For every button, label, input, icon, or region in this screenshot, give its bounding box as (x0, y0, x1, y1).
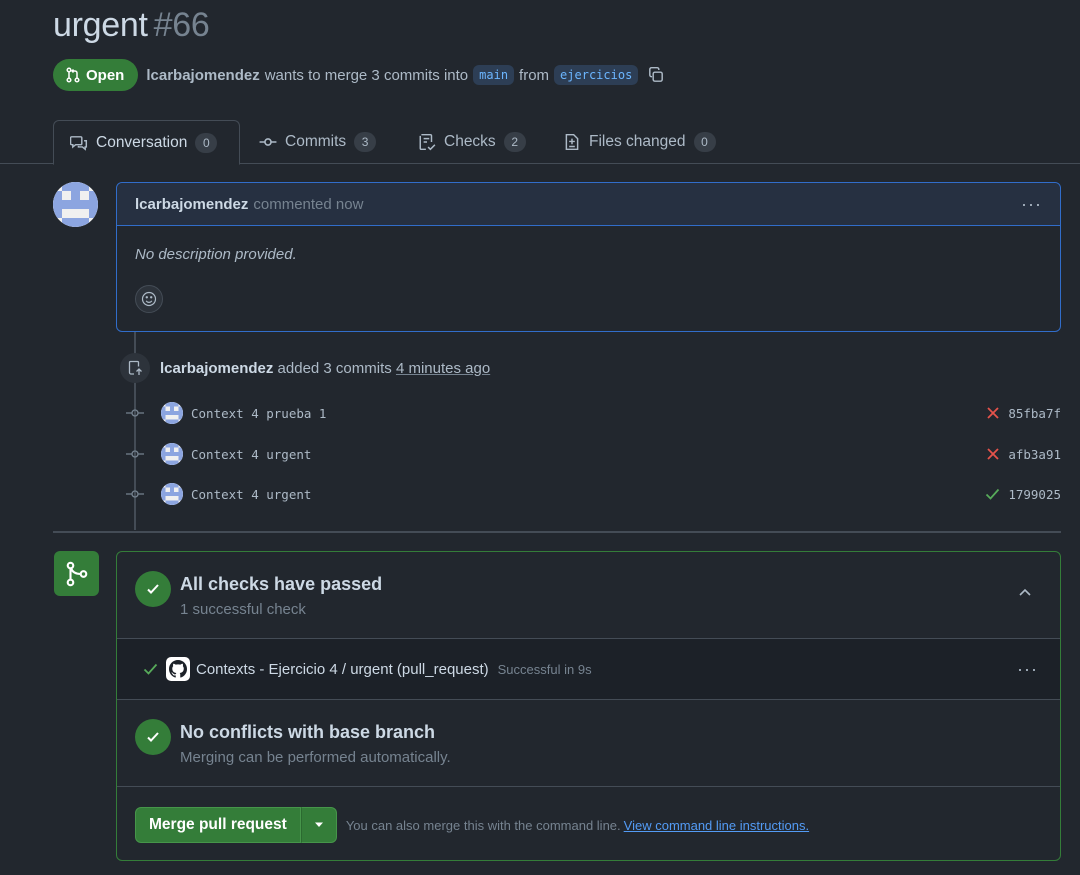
tab-checks[interactable]: Checks 2 (402, 120, 542, 164)
check-icon[interactable] (985, 487, 1000, 501)
check-run-status: Successful in 9s (497, 661, 592, 677)
check-run-item: Contexts - Ejercicio 4 / urgent (pull_re… (117, 639, 1060, 700)
comment-header: lcarbajomendez commented now ··· (117, 183, 1060, 226)
x-icon[interactable] (986, 406, 1000, 420)
command-line-hint: You can also merge this with the command… (346, 818, 809, 833)
commit-message[interactable]: Context 4 prueba 1 (191, 406, 326, 421)
checks-title: All checks have passed (180, 574, 383, 594)
triangle-down-icon (314, 822, 323, 827)
tab-conversation[interactable]: Conversation 0 (53, 120, 240, 165)
checks-summary-section: All checks have passed 1 successful chec… (117, 552, 1060, 639)
conflicts-section: No conflicts with base branch Merging ca… (117, 700, 1060, 787)
merge-text: wants to merge 3 commits into (264, 66, 469, 84)
pr-title: urgent #66 (53, 6, 210, 45)
pr-author-link[interactable]: lcarbajomendez (146, 67, 259, 84)
tab-counter: 0 (195, 132, 218, 153)
tab-label: Conversation (96, 133, 188, 151)
merge-actions: Merge pull request You can also merge th… (135, 807, 809, 843)
commit-row: Context 4 prueba 1 85fba7f (124, 401, 1061, 425)
push-event: lcarbajomendez added 3 commits 4 minutes… (120, 353, 490, 383)
check-run-name[interactable]: Contexts - Ejercicio 4 / urgent (pull_re… (196, 661, 489, 678)
from-text: from (519, 66, 550, 84)
state-badge: Open (53, 59, 139, 91)
tab-counter: 0 (693, 132, 716, 152)
git-commit-icon (124, 407, 146, 419)
merge-pull-request-button[interactable]: Merge pull request (135, 807, 301, 843)
comment-body: No description provided. (135, 246, 297, 263)
push-text: added 3 commits (277, 359, 392, 377)
commit-sha[interactable]: afb3a91 (1008, 447, 1061, 462)
tab-label: Files changed (589, 133, 686, 150)
commit-sha[interactable]: 85fba7f (1008, 406, 1061, 421)
push-author[interactable]: lcarbajomendez (160, 360, 273, 377)
commit-avatar[interactable] (161, 483, 183, 505)
comment-author[interactable]: lcarbajomendez (135, 196, 248, 213)
pr-title-text: urgent (53, 6, 148, 44)
comment-discussion-icon (70, 135, 88, 151)
checklist-icon (419, 133, 436, 151)
pr-number: #66 (153, 6, 210, 44)
check-circle-icon (135, 719, 171, 755)
check-circle-icon (135, 571, 171, 607)
git-merge-icon (54, 551, 99, 596)
conflicts-title: No conflicts with base branch (180, 722, 436, 742)
chevron-up-icon[interactable] (1018, 584, 1032, 600)
repo-push-icon (120, 353, 150, 383)
tab-label: Checks (444, 133, 496, 150)
tab-files-changed[interactable]: Files changed 0 (547, 120, 732, 164)
command-line-instructions-link[interactable]: View command line instructions. (624, 818, 809, 833)
kebab-menu-icon[interactable]: ··· (1017, 659, 1038, 680)
kebab-menu-icon[interactable]: ··· (1021, 194, 1042, 215)
commit-row: Context 4 urgent 1799025 (124, 482, 1061, 506)
tab-commits[interactable]: Commits 3 (243, 120, 392, 164)
state-label: Open (86, 66, 125, 84)
git-pull-request-icon (66, 67, 80, 83)
head-branch[interactable]: ejercicios (554, 65, 639, 85)
tab-counter: 2 (503, 132, 526, 152)
merge-box: All checks have passed 1 successful chec… (116, 551, 1061, 861)
git-commit-icon (124, 448, 146, 460)
commit-avatar[interactable] (161, 402, 183, 424)
commit-message[interactable]: Context 4 urgent (191, 447, 311, 462)
hint-text: You can also merge this with the command… (345, 817, 621, 833)
merge-method-dropdown[interactable] (300, 807, 337, 843)
git-commit-icon (124, 488, 146, 500)
github-logo-icon (166, 657, 190, 681)
tab-label: Commits (285, 133, 347, 150)
avatar[interactable] (53, 182, 98, 227)
pr-meta: lcarbajomendez wants to merge 3 commits … (146, 65, 665, 85)
comment-timestamp: commented now (253, 195, 364, 213)
commit-message[interactable]: Context 4 urgent (191, 487, 311, 502)
x-icon[interactable] (986, 447, 1000, 461)
pr-state-row: Open lcarbajomendez wants to merge 3 com… (53, 59, 665, 91)
file-diff-icon (565, 133, 579, 151)
pr-tabs: Conversation 0 Commits 3 Checks 2 Files … (0, 120, 1080, 165)
check-icon (143, 663, 158, 675)
base-branch[interactable]: main (473, 65, 515, 85)
copy-icon[interactable] (647, 66, 665, 84)
smiley-icon[interactable] (135, 285, 163, 313)
conflicts-subtitle: Merging can be performed automatically. (180, 749, 451, 766)
commit-avatar[interactable] (161, 443, 183, 465)
commit-sha[interactable]: 1799025 (1008, 487, 1061, 502)
commit-row: Context 4 urgent afb3a91 (124, 442, 1061, 466)
git-commit-icon (259, 138, 277, 146)
checks-subtitle: 1 successful check (180, 601, 306, 618)
pr-description-comment: lcarbajomendez commented now ··· No desc… (116, 182, 1061, 332)
timeline-divider (53, 531, 1061, 533)
tab-counter: 3 (354, 132, 377, 152)
push-time-link[interactable]: 4 minutes ago (396, 360, 490, 377)
